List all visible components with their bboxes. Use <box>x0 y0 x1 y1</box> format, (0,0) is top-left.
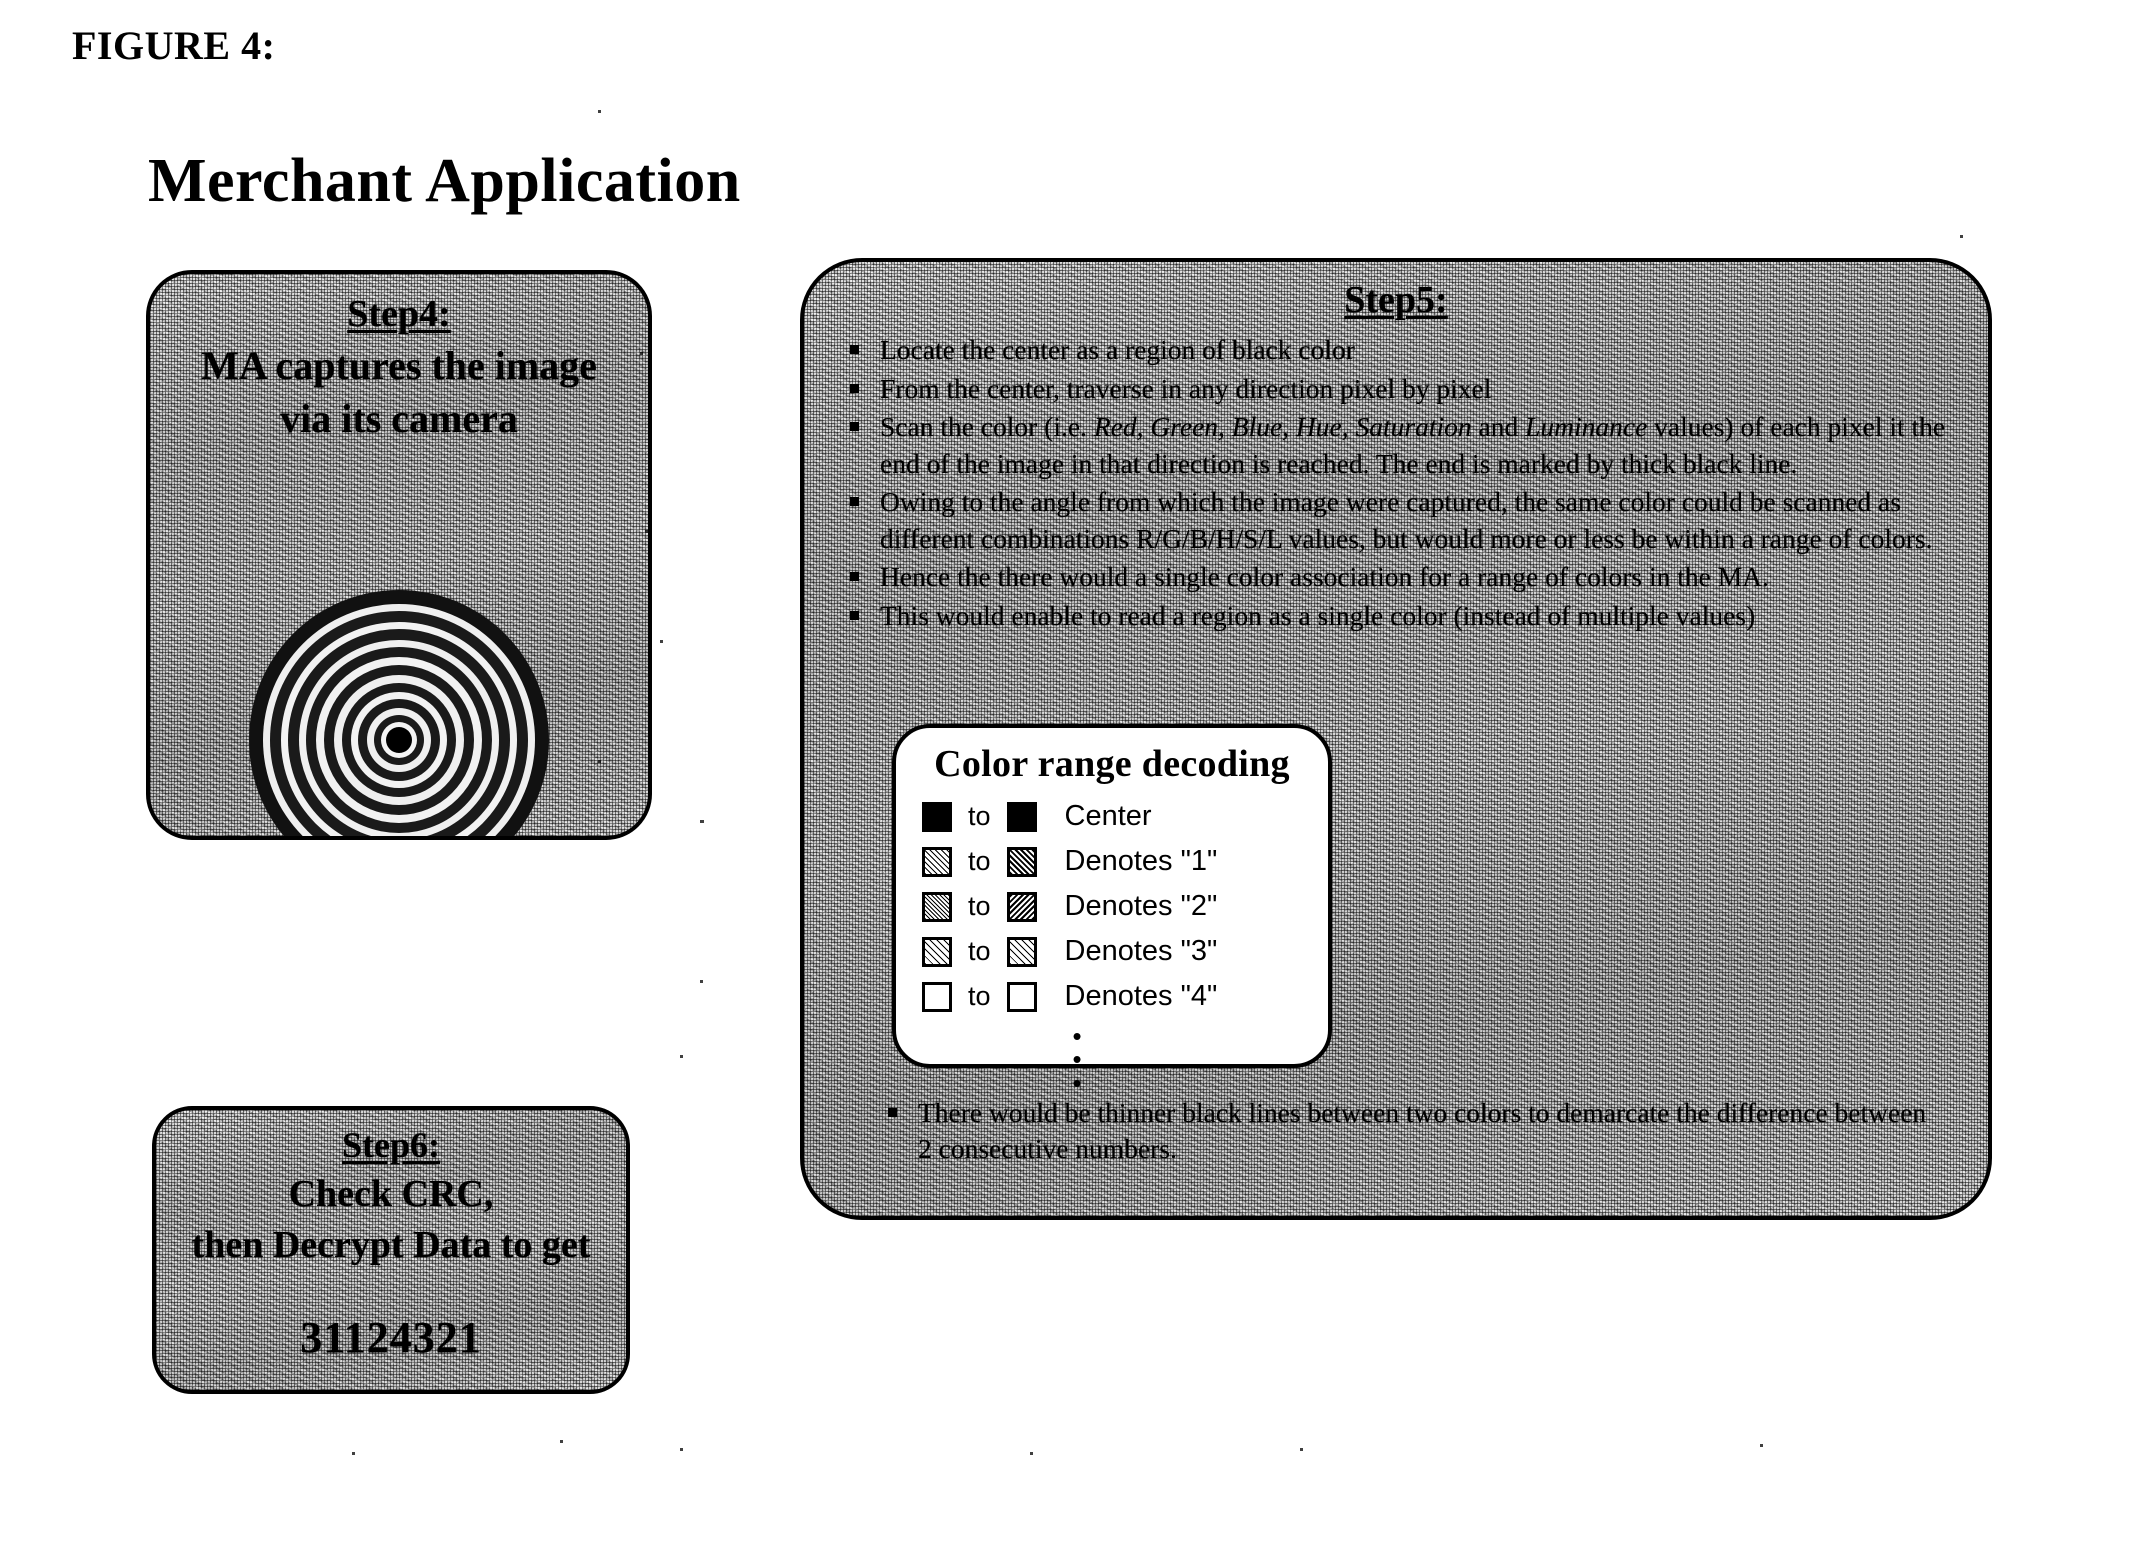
bullet-item: From the center, traverse in any directi… <box>842 371 1962 408</box>
scan-speck <box>560 1440 563 1443</box>
bullet-item: There would be thinner black lines betwe… <box>880 1095 1936 1168</box>
scan-speck <box>1960 235 1963 238</box>
step6-heading: Step6: <box>342 1125 440 1165</box>
bullet-item: Owing to the angle from which the image … <box>842 484 1962 557</box>
bullet-text: There would be thinner black lines betwe… <box>918 1096 1927 1165</box>
legend-swatch-to <box>1006 801 1037 832</box>
legend-row-label: Denotes "2" <box>1064 890 1218 922</box>
bullet-emphasis: Luminance <box>1525 411 1648 443</box>
legend-swatch-from <box>922 846 952 877</box>
legend-rows: to Center to Denotes "1" to Denotes "2" to Deno… <box>922 794 1328 1019</box>
bullet-text: This would enable to read a region as a … <box>880 599 1756 631</box>
step5-tail-bullet-list: There would be thinner black lines betwe… <box>842 1095 1962 1168</box>
step5-bullet-list: Locate the center as a region of black c… <box>842 332 1962 635</box>
scan-speck <box>598 760 601 763</box>
legend-row-label: Denotes "3" <box>1064 935 1218 967</box>
legend-swatch-from <box>922 891 952 922</box>
legend-row: to Denotes "1" <box>922 839 1328 884</box>
scan-speck <box>680 1448 683 1451</box>
legend-to-label: to <box>968 846 991 876</box>
bullet-item: Scan the color (i.e. Red, Green, Blue, H… <box>842 409 1962 482</box>
bullet-text: Locate the center as a region of black c… <box>880 334 1355 365</box>
bullet-item: Hence the there would a single color ass… <box>842 559 1962 596</box>
scan-speck <box>598 110 601 113</box>
bullet-item: Locate the center as a region of black c… <box>842 332 1962 369</box>
legend-swatch-from <box>922 801 952 832</box>
figure-label: FIGURE 4: <box>72 23 276 68</box>
scan-speck <box>700 820 704 823</box>
legend-to-label: to <box>968 801 991 831</box>
page-title: Merchant Application <box>148 147 741 215</box>
legend-to-label: to <box>968 981 991 1011</box>
scan-speck <box>680 1055 683 1058</box>
scan-speck <box>352 1452 355 1455</box>
step6-line-2: then Decrypt Data to get <box>191 1223 591 1266</box>
legend-row: to Denotes "4" <box>922 974 1328 1019</box>
step5-box: Step5: Locate the center as a region of … <box>800 258 1992 1220</box>
legend-title: Color range decoding <box>934 743 1290 785</box>
step6-box: Step6: Check CRC, then Decrypt Data to g… <box>152 1106 630 1394</box>
scan-speck <box>1760 1444 1763 1447</box>
legend-swatch-to <box>1006 891 1037 922</box>
legend-swatch-from <box>922 936 952 967</box>
step6-decoded-value: 31124321 <box>300 1312 482 1362</box>
concentric-rings-target-icon <box>249 590 549 836</box>
bullet-text: Hence the there would a single color ass… <box>880 561 1769 593</box>
legend-row-label: Denotes "1" <box>1064 845 1218 877</box>
bullet-emphasis: Red, Green, Blue, Hue, Saturation <box>1093 411 1472 443</box>
legend-row-label: Center <box>1064 800 1152 832</box>
color-range-decoding-legend: Color range decoding to Center to Denotes "… <box>892 724 1332 1096</box>
legend-to-label: to <box>968 936 991 966</box>
step6-line-1: Check CRC, <box>288 1173 494 1215</box>
legend-swatch-from <box>922 981 952 1012</box>
legend-row: to Denotes "3" <box>922 929 1328 974</box>
legend-swatch-to <box>1006 936 1037 967</box>
bullet-text: From the center, traverse in any directi… <box>880 372 1492 404</box>
legend-row-label: Denotes "4" <box>1064 980 1218 1012</box>
scan-speck <box>645 530 648 533</box>
legend-row: to Denotes "2" <box>922 884 1328 929</box>
legend-to-label: to <box>968 891 991 921</box>
scan-speck <box>1300 1448 1303 1451</box>
scan-speck <box>700 980 703 983</box>
step4-heading: Step4: <box>347 293 451 335</box>
legend-ellipsis: • • • <box>826 1023 1328 1098</box>
bullet-item: This would enable to read a region as a … <box>842 598 1962 635</box>
bullet-text: Scan the color (i.e. <box>880 411 1094 443</box>
legend-swatch-to <box>1006 981 1037 1012</box>
step4-line-1: MA captures the image <box>201 343 597 388</box>
scan-speck <box>660 640 663 643</box>
scan-speck <box>1030 1452 1033 1455</box>
step4-line-2: via its camera <box>280 396 518 442</box>
legend-row: to Center <box>922 794 1328 839</box>
step4-box: Step4: MA captures the image via its cam… <box>146 270 652 840</box>
bullet-text: and <box>1471 411 1526 443</box>
bullet-text: Owing to the angle from which the image … <box>880 486 1933 554</box>
step5-heading: Step5: <box>1344 279 1448 321</box>
legend-swatch-to <box>1006 846 1037 877</box>
legend-ellipsis-dot: • <box>1072 1067 1082 1098</box>
